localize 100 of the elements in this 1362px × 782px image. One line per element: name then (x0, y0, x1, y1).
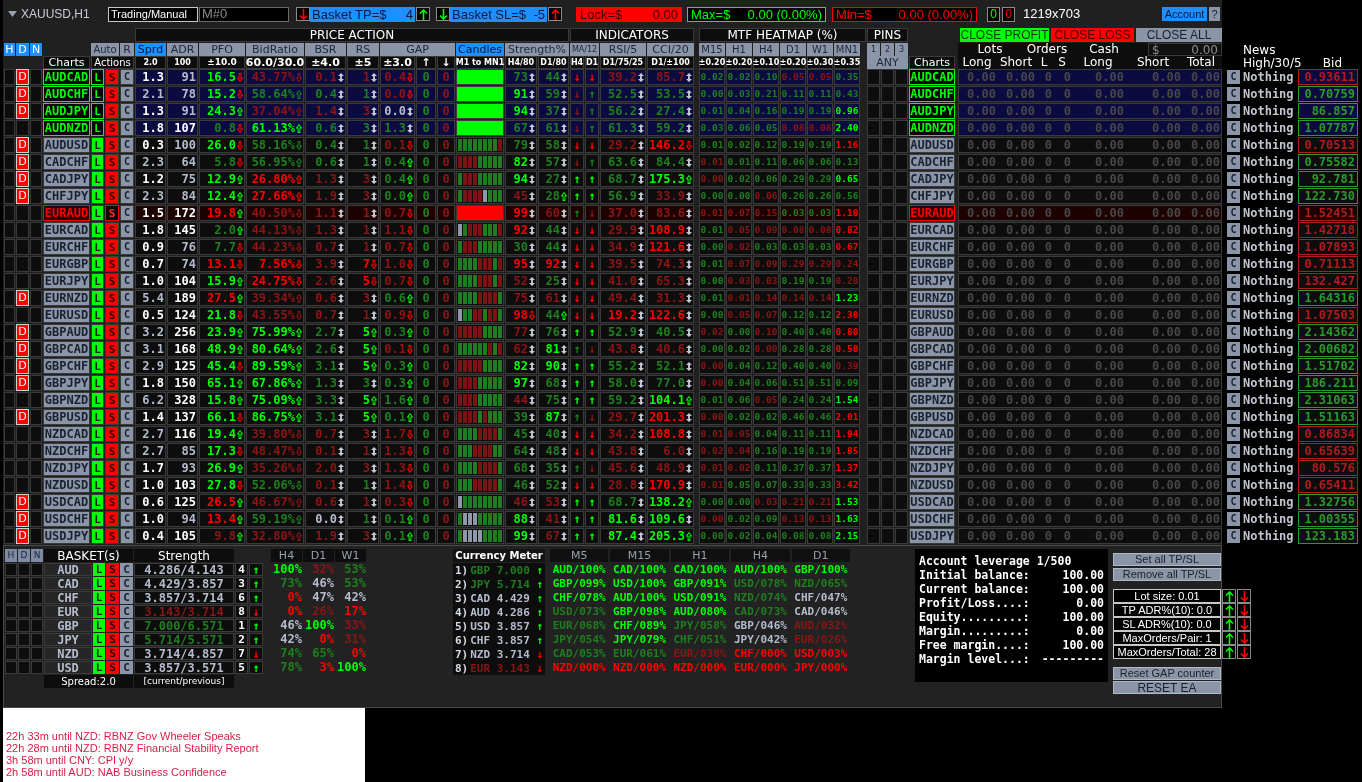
symbol-button[interactable]: EURCAD (909, 222, 955, 238)
basket-tp-field[interactable]: Basket TP=$ 4 (310, 6, 415, 22)
symbol-button[interactable]: GBPJPY (43, 375, 90, 391)
flag-slot[interactable] (4, 307, 15, 323)
flag-slot[interactable] (4, 375, 15, 391)
pin-slot[interactable] (881, 477, 894, 493)
long-button[interactable]: L (93, 633, 105, 646)
short-button[interactable]: S (105, 154, 119, 170)
column-header[interactable]: H4 (753, 43, 779, 56)
flag-slot[interactable] (30, 460, 42, 476)
pin-slot[interactable] (895, 188, 908, 204)
column-header[interactable]: GAP (380, 43, 455, 56)
symbol-button[interactable]: NZDCHF (43, 443, 90, 459)
decrease-button[interactable] (1237, 603, 1251, 617)
long-button[interactable]: L (93, 563, 105, 576)
long-button[interactable]: L (91, 103, 104, 119)
flag-slot[interactable] (18, 605, 30, 618)
long-button[interactable]: L (91, 120, 104, 136)
long-button[interactable]: L (93, 661, 105, 674)
flag-slot[interactable] (30, 341, 42, 357)
pin-slot[interactable] (881, 375, 894, 391)
symbol-button[interactable]: EURAUD (909, 205, 955, 221)
short-button[interactable]: S (105, 239, 119, 255)
close-button[interactable]: C (120, 137, 134, 153)
flag-slot[interactable] (31, 647, 43, 660)
short-button[interactable]: S (105, 341, 119, 357)
flag-slot[interactable] (4, 477, 15, 493)
flag-slot[interactable] (30, 273, 42, 289)
flag-slot[interactable] (4, 426, 15, 442)
pin-slot[interactable] (867, 120, 880, 136)
pin-slot[interactable] (895, 392, 908, 408)
close-button[interactable]: C (1227, 104, 1240, 118)
close-button[interactable]: C (120, 619, 133, 632)
pin-slot[interactable] (895, 426, 908, 442)
close-button[interactable]: C (1227, 87, 1240, 101)
pin-slot[interactable] (895, 511, 908, 527)
symbol-button[interactable]: GBPNZD (909, 392, 955, 408)
pin-slot[interactable] (881, 137, 894, 153)
symbol-button[interactable]: GBPUSD (909, 409, 955, 425)
increase-button[interactable] (1222, 603, 1236, 617)
flag-slot[interactable] (18, 591, 30, 604)
basket-sl-field[interactable]: Basket SL=$ -5 (450, 6, 547, 22)
symbol-button[interactable]: NZDCHF (909, 443, 955, 459)
flag-slot[interactable] (16, 239, 29, 255)
column-header[interactable]: 1 (867, 43, 880, 56)
column-header[interactable]: Strength% (505, 43, 569, 56)
symbol-button[interactable]: GBPJPY (909, 375, 955, 391)
pin-slot[interactable] (867, 273, 880, 289)
flag-slot[interactable] (30, 511, 42, 527)
close-button[interactable]: C (1227, 529, 1240, 543)
long-button[interactable]: L (91, 307, 104, 323)
column-header[interactable]: W1 (807, 43, 833, 56)
short-button[interactable]: S (105, 205, 119, 221)
pin-slot[interactable] (895, 528, 908, 544)
flag-badge[interactable]: D (16, 324, 29, 340)
close-button[interactable]: C (120, 591, 133, 604)
setting-field[interactable]: MaxOrders/Pair: 1 (1113, 631, 1221, 645)
close-button[interactable]: C (1227, 189, 1240, 203)
short-button[interactable]: S (106, 577, 119, 590)
flag-slot[interactable] (4, 120, 15, 136)
pin-slot[interactable] (881, 205, 894, 221)
flag-slot[interactable] (30, 477, 42, 493)
reset-button[interactable]: Reset GAP counter (1113, 667, 1221, 680)
flag-slot[interactable] (5, 605, 17, 618)
toggle-button[interactable]: H (4, 43, 15, 56)
long-button[interactable]: L (91, 443, 104, 459)
column-header[interactable]: 2 (881, 43, 894, 56)
long-button[interactable]: L (91, 137, 104, 153)
column-header[interactable]: Auto (91, 43, 119, 56)
short-button[interactable]: S (106, 633, 119, 646)
symbol-button[interactable]: EURJPY (43, 273, 90, 289)
close-button[interactable]: C (1227, 121, 1240, 135)
long-button[interactable]: L (93, 591, 105, 604)
toggle-button[interactable]: D (18, 549, 30, 562)
tp-sl-button[interactable]: Remove all TP/SL (1113, 568, 1221, 581)
close-button[interactable]: C (120, 103, 134, 119)
close-button[interactable]: C (120, 341, 134, 357)
flag-slot[interactable] (18, 577, 30, 590)
increase-button[interactable] (1222, 631, 1236, 645)
close-button[interactable]: C (1227, 240, 1240, 254)
close-button[interactable]: C (120, 239, 134, 255)
flag-badge[interactable]: D (16, 137, 29, 153)
flag-slot[interactable] (30, 307, 42, 323)
flag-slot[interactable] (30, 120, 42, 136)
close-button[interactable]: C (1227, 172, 1240, 186)
flag-slot[interactable] (30, 409, 42, 425)
flag-slot[interactable] (16, 256, 29, 272)
long-button[interactable]: L (91, 154, 104, 170)
pin-slot[interactable] (895, 290, 908, 306)
flag-badge[interactable]: D (16, 358, 29, 374)
flag-slot[interactable] (4, 86, 15, 102)
pin-slot[interactable] (881, 103, 894, 119)
flag-slot[interactable] (5, 591, 17, 604)
flag-slot[interactable] (16, 307, 29, 323)
symbol-button[interactable]: USDJPY (909, 528, 955, 544)
flag-badge[interactable]: D (16, 528, 29, 544)
long-button[interactable]: L (91, 273, 104, 289)
flag-slot[interactable] (16, 443, 29, 459)
symbol-button[interactable]: EURNZD (43, 290, 90, 306)
pin-slot[interactable] (895, 443, 908, 459)
